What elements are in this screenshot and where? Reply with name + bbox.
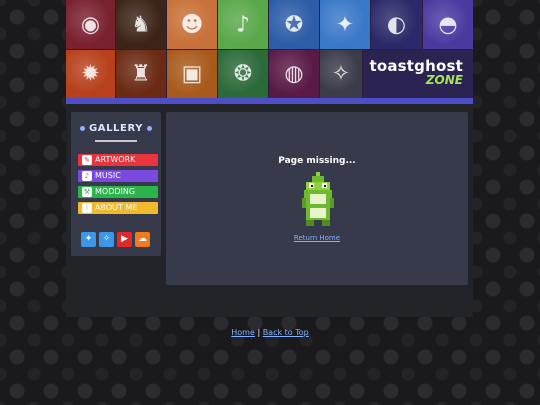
green-monster-artwork-icon: ❂	[233, 61, 253, 87]
pixel-face-artwork-icon: ▣	[181, 61, 203, 87]
site-logo[interactable]: toastghost ZONE	[363, 50, 473, 98]
page-frame: ◉ ♞ ☻ ♪ ✪ ✦ ◐ ◓ ✹ ♜ ▣ ❂ ◍ ✧ toastghost ZONE GALLERY ✎…	[66, 0, 473, 317]
header-banner: ◉ ♞ ☻ ♪ ✪ ✦ ◐ ◓ ✹ ♜ ▣ ❂ ◍ ✧ toastghost ZONE	[66, 0, 473, 98]
astronaut-artwork-icon: ◐	[386, 12, 407, 37]
astronaut-artwork-thumbnail: ◐	[371, 0, 422, 49]
crowd-artwork-icon: ✧	[331, 61, 351, 87]
knight-artwork-icon: ✪	[284, 12, 304, 37]
nav-artwork-button[interactable]: ✎ ARTWORK	[78, 154, 158, 166]
info-icon: i	[82, 203, 92, 213]
robot-artwork-icon: ◉	[80, 12, 101, 37]
creature-artwork-thumbnail: ✦	[320, 0, 370, 49]
nav-modding-button[interactable]: ⚒ MODDING	[78, 186, 158, 198]
demon-artwork-icon: ✹	[81, 61, 100, 87]
nav-label: ARTWORK	[95, 155, 136, 164]
crewmate-artwork-icon: ◓	[438, 12, 458, 37]
nav-label: MODDING	[95, 187, 136, 196]
bluesky-icon[interactable]: ✧	[99, 232, 114, 247]
strongman-artwork-thumbnail: ☻	[167, 0, 217, 49]
title-dot-icon	[147, 125, 153, 131]
boar-artwork-icon: ♜	[131, 61, 151, 87]
title-underline	[95, 140, 137, 142]
return-home-link[interactable]: Return Home	[166, 234, 468, 242]
strongman-artwork-icon: ☻	[180, 12, 204, 37]
twitter-icon[interactable]: ✦	[81, 232, 96, 247]
ufo-artwork-thumbnail: ◍	[269, 50, 319, 98]
robot-artwork-thumbnail: ◉	[66, 0, 115, 49]
boar-artwork-thumbnail: ♜	[116, 50, 166, 98]
adventurer-artwork-thumbnail: ♞	[116, 0, 166, 49]
sidebar-title-text: GALLERY	[88, 123, 144, 134]
footer-separator: |	[257, 328, 261, 337]
nav-label: ABOUT ME	[95, 203, 138, 212]
bird-artwork-icon: ♪	[235, 12, 251, 37]
palette-icon: ✎	[82, 155, 92, 165]
content-panel: Page missing... Return Home	[166, 112, 468, 285]
frog-mascot-icon	[302, 172, 334, 226]
footer: Home | Back to Top	[0, 328, 540, 337]
header-divider	[66, 98, 473, 104]
footer-top-link[interactable]: Back to Top	[263, 328, 309, 337]
crewmate-artwork-thumbnail: ◓	[423, 0, 473, 49]
youtube-icon[interactable]: ▶	[117, 232, 132, 247]
nav-about-me-button[interactable]: i ABOUT ME	[78, 202, 158, 214]
logo-sub: ZONE	[425, 73, 463, 87]
page-missing-heading: Page missing...	[278, 156, 356, 166]
nav-label: MUSIC	[95, 171, 121, 180]
knight-artwork-thumbnail: ✪	[269, 0, 319, 49]
adventurer-artwork-icon: ♞	[131, 12, 151, 37]
footer-home-link[interactable]: Home	[231, 328, 255, 337]
crowd-artwork-thumbnail: ✧	[320, 50, 362, 98]
title-dot-icon	[79, 125, 85, 131]
gallery-sidebar: GALLERY ✎ ARTWORK ♪ MUSIC ⚒ MODDING i ABOUT ME …	[71, 112, 161, 256]
music-icon: ♪	[82, 171, 92, 181]
sidebar-title: GALLERY	[71, 123, 161, 134]
creature-artwork-icon: ✦	[335, 12, 355, 37]
demon-artwork-thumbnail: ✹	[66, 50, 115, 98]
green-monster-artwork-thumbnail: ❂	[218, 50, 268, 98]
soundcloud-icon[interactable]: ☁	[135, 232, 150, 247]
pixel-face-artwork-thumbnail: ▣	[167, 50, 217, 98]
bird-artwork-thumbnail: ♪	[218, 0, 268, 49]
wrench-icon: ⚒	[82, 187, 92, 197]
ufo-artwork-icon: ◍	[284, 61, 304, 87]
nav-music-button[interactable]: ♪ MUSIC	[78, 170, 158, 182]
